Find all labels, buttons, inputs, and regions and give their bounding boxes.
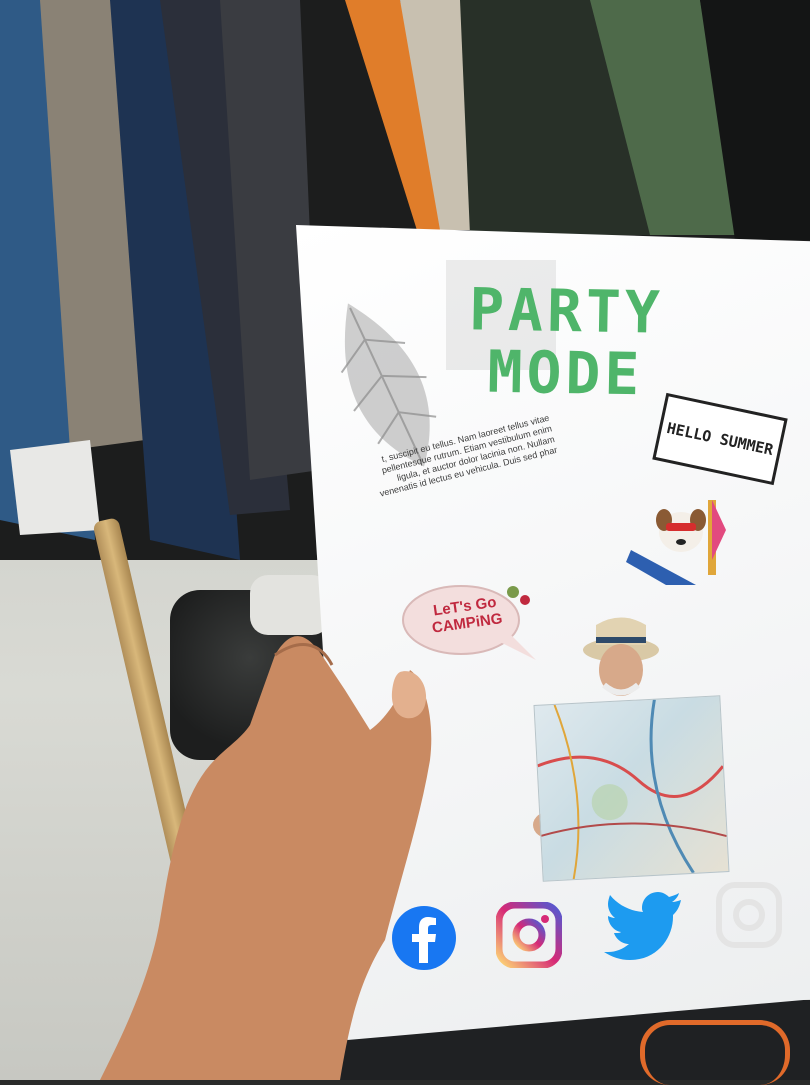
city-map <box>533 695 730 882</box>
dog-sunglasses-icon <box>626 500 726 585</box>
title-line-party: PARTY <box>468 275 665 347</box>
poster-title: PARTY MODE <box>415 275 717 408</box>
instagram-faded-icon[interactable] <box>716 882 782 948</box>
twitter-icon[interactable] <box>603 890 683 962</box>
instagram-icon[interactable] <box>496 902 562 968</box>
hand <box>100 636 432 1080</box>
hello-summer-sticker: HELLO SUMMER <box>652 392 788 486</box>
social-icons-row <box>391 882 791 980</box>
photo-scene: PARTY MODE t, suscipit eu tellus. Nam la… <box>0 0 810 1085</box>
orange-strap <box>640 1020 790 1085</box>
